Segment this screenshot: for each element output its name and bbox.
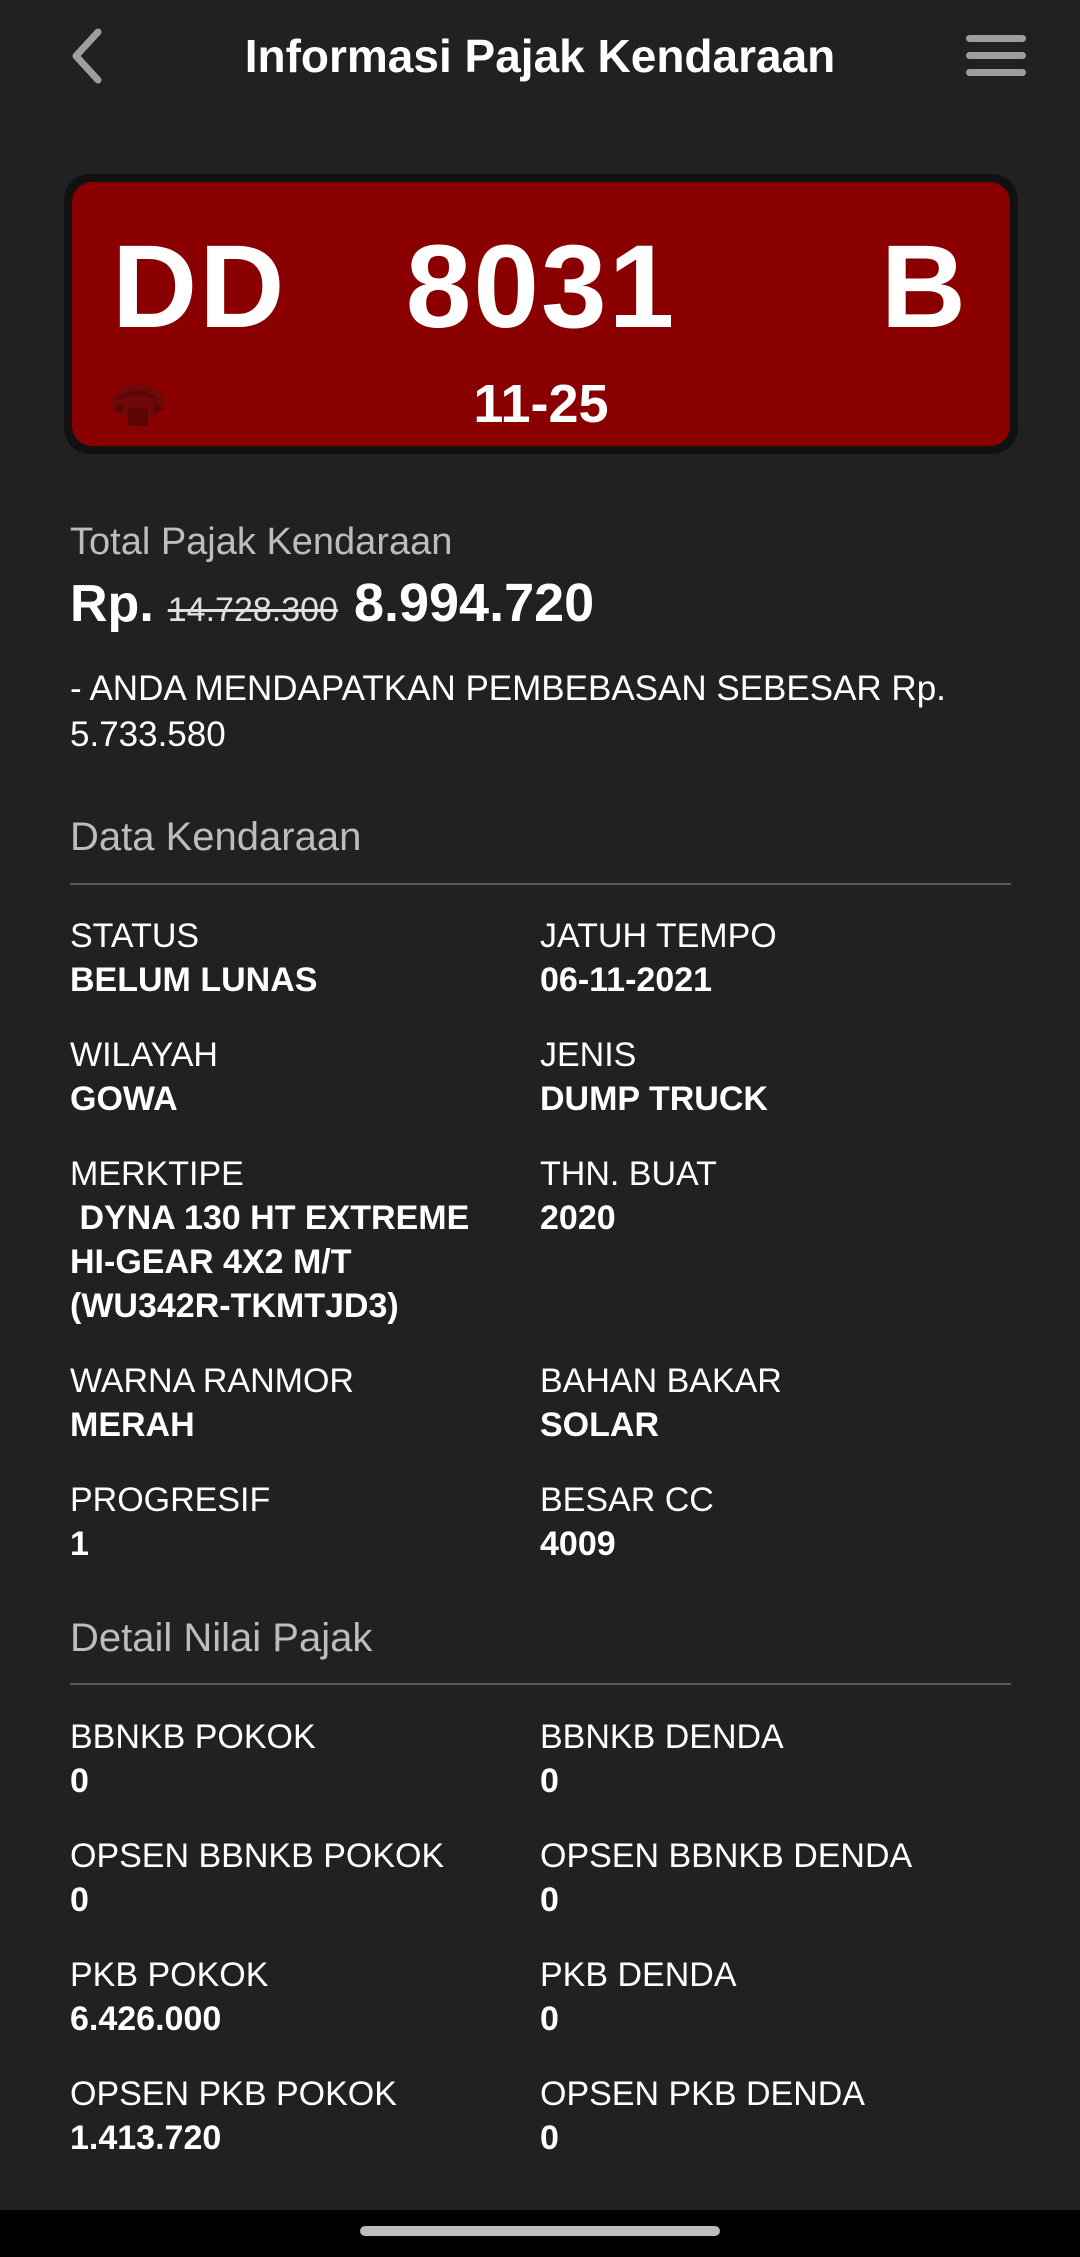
field-status: STATUS BELUM LUNAS	[70, 914, 510, 1002]
field-opsen-bbnkb-pokok: OPSEN BBNKB POKOK 0	[70, 1834, 510, 1922]
total-tax-label: Total Pajak Kendaraan	[70, 521, 453, 563]
plate-expiry: 11-25	[473, 374, 609, 434]
field-pkb-denda: PKB DENDA 0	[540, 1953, 980, 2041]
menu-button[interactable]	[960, 26, 1032, 86]
field-value: DYNA 130 HT EXTREME HI-GEAR 4X2 M/T (WU3…	[70, 1199, 470, 1325]
discount-note: - ANDA MENDAPATKAN PEMBEBASAN SEBESAR Rp…	[70, 669, 946, 754]
field-value: MERAH	[70, 1406, 195, 1444]
field-color: WARNA RANMOR MERAH	[70, 1359, 510, 1447]
field-opsen-pkb-denda: OPSEN PKB DENDA 0	[540, 2072, 980, 2160]
field-value: 0	[70, 1762, 89, 1800]
currency-prefix: Rp.	[70, 575, 154, 633]
section-divider	[70, 883, 1011, 885]
field-brand-model: MERKTIPE DYNA 130 HT EXTREME HI-GEAR 4X2…	[70, 1152, 530, 1328]
field-label: OPSEN PKB DENDA	[540, 2075, 865, 2113]
section-divider	[70, 1683, 1011, 1685]
vehicle-data-title: Data Kendaraan	[70, 815, 362, 859]
field-fuel: BAHAN BAKAR SOLAR	[540, 1359, 980, 1447]
field-value: 0	[540, 2000, 559, 2038]
field-due-date: JATUH TEMPO 06-11-2021	[540, 914, 980, 1002]
field-label: MERKTIPE	[70, 1155, 244, 1193]
field-label: BAHAN BAKAR	[540, 1362, 782, 1400]
field-label: WILAYAH	[70, 1036, 218, 1074]
field-bbnkb-denda: BBNKB DENDA 0	[540, 1715, 980, 1803]
plate-suffix: B	[880, 221, 968, 353]
field-value: 4009	[540, 1525, 616, 1563]
field-label: BBNKB DENDA	[540, 1718, 784, 1756]
field-value: 0	[540, 2119, 559, 2157]
field-value: SOLAR	[540, 1406, 659, 1444]
field-label: PKB DENDA	[540, 1956, 737, 1994]
total-amount: 8.994.720	[353, 573, 595, 633]
total-tax-amount-line: Rp. 14.728.300 8.994.720	[70, 572, 594, 638]
field-label: OPSEN BBNKB DENDA	[540, 1837, 913, 1875]
tax-detail-title: Detail Nilai Pajak	[70, 1616, 373, 1660]
app-header: Informasi Pajak Kendaraan	[0, 0, 1080, 112]
field-label: THN. BUAT	[540, 1155, 717, 1193]
field-label: OPSEN PKB POKOK	[70, 2075, 397, 2113]
field-engine-cc: BESAR CC 4009	[540, 1478, 980, 1566]
field-year: THN. BUAT 2020	[540, 1152, 980, 1240]
field-opsen-pkb-pokok: OPSEN PKB POKOK 1.413.720	[70, 2072, 510, 2160]
home-indicator[interactable]	[360, 2226, 720, 2236]
field-label: PROGRESIF	[70, 1481, 271, 1519]
field-value: 1	[70, 1525, 89, 1563]
field-value: 0	[540, 1762, 559, 1800]
field-value: BELUM LUNAS	[70, 961, 318, 999]
page-title: Informasi Pajak Kendaraan	[244, 30, 836, 82]
field-label: WARNA RANMOR	[70, 1362, 354, 1400]
field-value: 06-11-2021	[540, 961, 713, 999]
field-label: JENIS	[540, 1036, 637, 1074]
back-button[interactable]	[56, 20, 116, 92]
field-label: BESAR CC	[540, 1481, 714, 1519]
field-value: 0	[70, 1881, 89, 1919]
hamburger-menu-icon	[966, 35, 1026, 76]
license-plate-face: DD 8031 B 11-25	[72, 182, 1010, 446]
field-opsen-bbnkb-denda: OPSEN BBNKB DENDA 0	[540, 1834, 980, 1922]
back-arrow-icon	[72, 28, 102, 84]
field-progressive: PROGRESIF 1	[70, 1478, 510, 1566]
field-label: BBNKB POKOK	[70, 1718, 316, 1756]
license-plate: DD 8031 B 11-25	[64, 174, 1018, 454]
field-label: PKB POKOK	[70, 1956, 269, 1994]
field-value: 0	[540, 1881, 559, 1919]
field-value: 6.426.000	[70, 2000, 222, 2038]
field-label: STATUS	[70, 917, 200, 955]
field-pkb-pokok: PKB POKOK 6.426.000	[70, 1953, 510, 2041]
field-vehicle-type: JENIS DUMP TRUCK	[540, 1033, 980, 1121]
field-value: GOWA	[70, 1080, 178, 1118]
field-bbnkb-pokok: BBNKB POKOK 0	[70, 1715, 510, 1803]
field-value: 2020	[540, 1199, 616, 1237]
field-value: 1.413.720	[70, 2119, 222, 2157]
field-label: JATUH TEMPO	[540, 917, 777, 955]
field-value: DUMP TRUCK	[540, 1080, 768, 1118]
original-amount: 14.728.300	[167, 591, 338, 629]
field-label: OPSEN BBNKB POKOK	[70, 1837, 445, 1875]
field-region: WILAYAH GOWA	[70, 1033, 510, 1121]
plate-number: 8031	[405, 221, 677, 353]
